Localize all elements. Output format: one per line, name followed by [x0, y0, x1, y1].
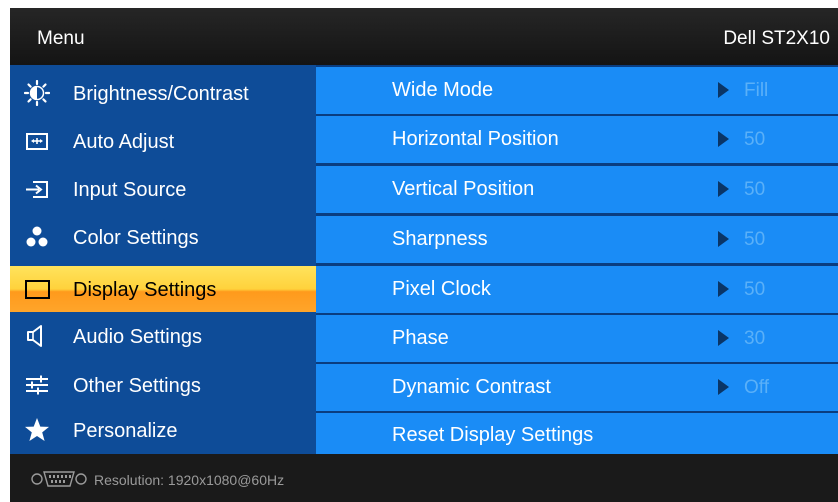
sidebar-item-display-settings[interactable]: Display Settings [10, 266, 316, 312]
sliders-icon [24, 372, 50, 398]
row-value: 30 [744, 328, 766, 349]
resolution-text: Resolution: 1920x1080@60Hz [94, 472, 285, 488]
row-value: 50 [744, 179, 766, 200]
arrow-right-icon [718, 330, 729, 346]
display-settings-panel: Wide Mode Fill Horizontal Position 50 Ve… [316, 65, 838, 454]
sidebar-item-label: Display Settings [73, 279, 217, 301]
sidebar-item-label: Other Settings [73, 375, 201, 397]
row-label: Wide Mode [392, 79, 494, 101]
row-value: 50 [744, 279, 766, 300]
sidebar-item-auto-adjust[interactable]: Auto Adjust [10, 118, 316, 166]
row-label: Pixel Clock [392, 278, 491, 300]
reset-display-settings-row[interactable]: Reset Display Settings [316, 413, 838, 454]
arrow-right-icon [718, 82, 729, 98]
row-label: Horizontal Position [392, 128, 559, 150]
arrow-right-icon [718, 281, 729, 297]
arrow-right-icon [718, 231, 729, 247]
pixel-clock-row[interactable]: Pixel Clock 50 [316, 266, 838, 313]
phase-row[interactable]: Phase 30 [316, 315, 838, 362]
brightness-icon [24, 80, 50, 106]
input-source-icon [24, 176, 50, 202]
dynamic-contrast-row[interactable]: Dynamic Contrast Off [316, 364, 838, 411]
row-value: Off [744, 377, 769, 398]
sidebar-item-color-settings[interactable]: Color Settings [10, 214, 316, 262]
sidebar-item-other-settings[interactable]: Other Settings [10, 362, 316, 410]
row-label: Vertical Position [392, 178, 535, 200]
vertical-position-row[interactable]: Vertical Position 50 [316, 166, 838, 213]
row-value: 50 [744, 229, 766, 250]
sidebar-item-label: Personalize [73, 420, 178, 442]
auto-adjust-icon [24, 128, 50, 154]
sidebar-item-input-source[interactable]: Input Source [10, 166, 316, 214]
sidebar-item-label: Input Source [73, 179, 187, 201]
row-label: Sharpness [392, 228, 488, 250]
row-label: Phase [392, 327, 449, 349]
sidebar-item-label: Color Settings [73, 227, 199, 249]
arrow-right-icon [718, 131, 729, 147]
vga-connector-icon [30, 470, 88, 491]
row-value: 50 [744, 129, 766, 150]
color-settings-icon [24, 224, 50, 250]
sidebar-item-brightness-contrast[interactable]: Brightness/Contrast [10, 70, 316, 118]
row-label: Dynamic Contrast [392, 376, 551, 398]
menu-header: Menu Dell ST2X10 [10, 8, 838, 65]
arrow-right-icon [718, 379, 729, 395]
sidebar-item-audio-settings[interactable]: Audio Settings [10, 313, 316, 361]
sidebar-item-label: Audio Settings [73, 326, 202, 348]
menu-title: Menu [37, 28, 85, 49]
display-settings-icon [24, 276, 50, 302]
sidebar-item-label: Brightness/Contrast [73, 83, 249, 105]
sharpness-row[interactable]: Sharpness 50 [316, 216, 838, 263]
row-value: Fill [744, 80, 769, 101]
osd-menu-window: Menu Dell ST2X10 Brightness/Contrast Aut… [10, 8, 838, 502]
row-label: Reset Display Settings [392, 424, 594, 446]
sidebar-item-label: Auto Adjust [73, 131, 175, 153]
status-footer: Resolution: 1920x1080@60Hz [10, 454, 838, 502]
model-name: Dell ST2X10 [723, 28, 830, 49]
sidebar-item-personalize[interactable]: Personalize [10, 407, 316, 455]
horizontal-position-row[interactable]: Horizontal Position 50 [316, 116, 838, 163]
main-menu-sidebar: Brightness/Contrast Auto Adjust Input So… [10, 65, 316, 454]
speaker-icon [24, 323, 50, 349]
wide-mode-row[interactable]: Wide Mode Fill [316, 67, 838, 114]
star-icon [24, 417, 50, 443]
arrow-right-icon [718, 181, 729, 197]
